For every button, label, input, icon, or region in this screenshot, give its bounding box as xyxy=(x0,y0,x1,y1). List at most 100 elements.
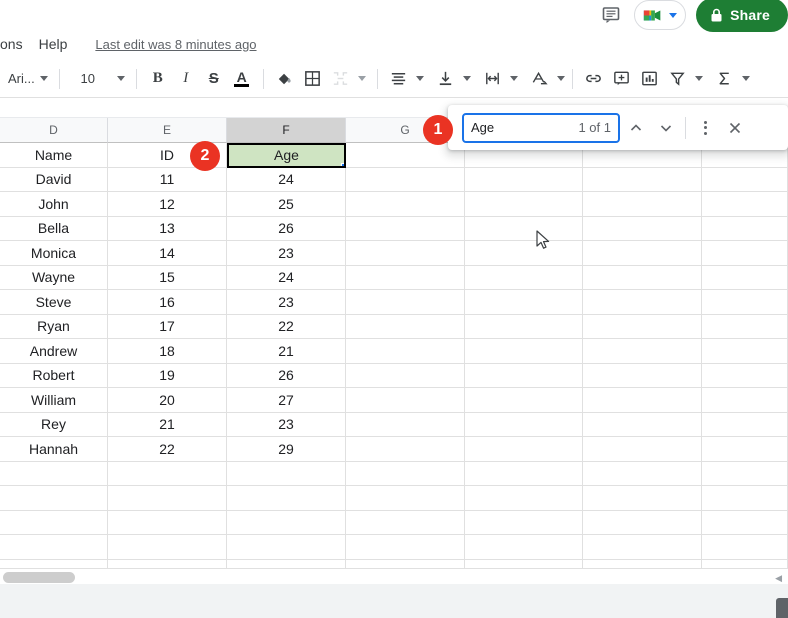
grid-cell[interactable] xyxy=(465,510,583,535)
scroll-right-arrow-icon[interactable]: ◀ xyxy=(775,573,782,584)
grid-cell[interactable]: Wayne xyxy=(0,265,108,290)
grid-cell[interactable]: Name xyxy=(0,143,108,168)
chevron-down-icon[interactable] xyxy=(741,76,750,81)
grid-cell[interactable] xyxy=(583,290,702,315)
menu-help[interactable]: Help xyxy=(31,33,76,55)
grid-cell[interactable] xyxy=(227,559,346,568)
grid-cell[interactable] xyxy=(702,412,788,437)
grid-cell[interactable] xyxy=(346,461,465,486)
grid-cell[interactable] xyxy=(108,486,227,511)
grid-cell[interactable] xyxy=(583,388,702,413)
grid-cell[interactable]: 14 xyxy=(108,241,227,266)
chevron-down-icon[interactable] xyxy=(509,76,518,81)
find-input[interactable]: Age 1 of 1 xyxy=(462,112,620,143)
bold-button[interactable]: B xyxy=(144,65,172,93)
grid-cell[interactable] xyxy=(702,265,788,290)
font-size-selector[interactable]: 10 xyxy=(67,65,129,93)
functions-icon[interactable] xyxy=(711,65,739,93)
grid-cell[interactable] xyxy=(346,388,465,413)
grid-cell[interactable] xyxy=(465,339,583,364)
grid-cell[interactable] xyxy=(465,535,583,560)
vertical-align-icon[interactable] xyxy=(432,65,460,93)
grid-cell[interactable] xyxy=(583,510,702,535)
grid-cell[interactable] xyxy=(0,510,108,535)
grid-cell[interactable] xyxy=(227,510,346,535)
grid-cell[interactable] xyxy=(465,241,583,266)
grid-cell[interactable]: 29 xyxy=(227,437,346,462)
grid-cell[interactable]: 15 xyxy=(108,265,227,290)
grid-cell[interactable] xyxy=(108,461,227,486)
grid-cell[interactable] xyxy=(583,216,702,241)
grid-cell[interactable] xyxy=(108,559,227,568)
fill-handle[interactable] xyxy=(341,162,344,166)
column-header-f[interactable]: F xyxy=(227,118,346,143)
grid-cell[interactable] xyxy=(227,461,346,486)
grid-cell[interactable] xyxy=(702,314,788,339)
grid-cell[interactable] xyxy=(465,412,583,437)
grid-cell[interactable]: 24 xyxy=(227,265,346,290)
grid-cell[interactable]: William xyxy=(0,388,108,413)
grid-cell[interactable]: 25 xyxy=(227,192,346,217)
grid-cell[interactable] xyxy=(346,265,465,290)
grid-cell[interactable] xyxy=(108,535,227,560)
horizontal-scrollbar[interactable]: ◀ xyxy=(0,568,788,584)
grid-cell[interactable] xyxy=(346,339,465,364)
grid-cell[interactable] xyxy=(465,192,583,217)
italic-button[interactable]: I xyxy=(172,65,200,93)
text-wrapping-icon[interactable] xyxy=(479,65,507,93)
grid-cell[interactable] xyxy=(346,314,465,339)
chevron-down-icon[interactable] xyxy=(415,76,424,81)
grid-cell[interactable]: 11 xyxy=(108,167,227,192)
grid-cell[interactable]: 26 xyxy=(227,216,346,241)
comment-icon[interactable] xyxy=(598,2,624,28)
grid-cell[interactable] xyxy=(465,167,583,192)
grid-cell[interactable]: 20 xyxy=(108,388,227,413)
grid-cell[interactable]: 24 xyxy=(227,167,346,192)
grid-cell[interactable] xyxy=(346,437,465,462)
grid-cell[interactable] xyxy=(346,241,465,266)
grid-cell[interactable] xyxy=(465,486,583,511)
menu-extensions[interactable]: ons xyxy=(0,33,31,55)
grid-cell[interactable] xyxy=(465,437,583,462)
grid-cell[interactable] xyxy=(465,559,583,568)
grid-cell[interactable] xyxy=(346,510,465,535)
horizontal-align-icon[interactable] xyxy=(385,65,413,93)
grid-cell[interactable]: 23 xyxy=(227,241,346,266)
grid-cell[interactable]: 18 xyxy=(108,339,227,364)
grid-cell[interactable] xyxy=(346,412,465,437)
text-rotation-icon[interactable] xyxy=(526,65,554,93)
grid-cell[interactable]: 22 xyxy=(227,314,346,339)
find-more-options-button[interactable] xyxy=(691,114,719,142)
grid-cell[interactable]: 23 xyxy=(227,290,346,315)
grid-cell[interactable]: Bella xyxy=(0,216,108,241)
grid-cell[interactable] xyxy=(702,167,788,192)
grid-cell[interactable] xyxy=(583,314,702,339)
grid-cell[interactable] xyxy=(702,290,788,315)
merge-cells-icon[interactable] xyxy=(327,65,355,93)
grid-cell[interactable] xyxy=(583,559,702,568)
insert-link-icon[interactable] xyxy=(580,65,608,93)
grid-cell[interactable] xyxy=(583,363,702,388)
grid-cell[interactable] xyxy=(702,192,788,217)
strikethrough-button[interactable]: S xyxy=(200,65,228,93)
grid-cell[interactable] xyxy=(702,388,788,413)
fill-color-icon[interactable] xyxy=(271,65,299,93)
column-header-d[interactable]: D xyxy=(0,118,108,143)
horizontal-scrollbar-thumb[interactable] xyxy=(3,572,75,583)
grid-cell[interactable] xyxy=(108,510,227,535)
grid-cell[interactable]: 27 xyxy=(227,388,346,413)
grid-cell[interactable] xyxy=(346,192,465,217)
grid-cell[interactable] xyxy=(227,535,346,560)
chevron-down-icon[interactable] xyxy=(462,76,471,81)
grid-cell[interactable] xyxy=(702,535,788,560)
grid-cell[interactable]: David xyxy=(0,167,108,192)
insert-chart-icon[interactable] xyxy=(636,65,664,93)
share-button[interactable]: Share xyxy=(696,0,788,32)
side-panel-toggle[interactable] xyxy=(776,598,788,618)
column-header-e[interactable]: E xyxy=(108,118,227,143)
grid-cell[interactable] xyxy=(0,559,108,568)
find-close-button[interactable] xyxy=(721,114,749,142)
grid-cell[interactable]: Andrew xyxy=(0,339,108,364)
grid-cell[interactable] xyxy=(346,559,465,568)
last-edit-status[interactable]: Last edit was 8 minutes ago xyxy=(95,37,256,52)
